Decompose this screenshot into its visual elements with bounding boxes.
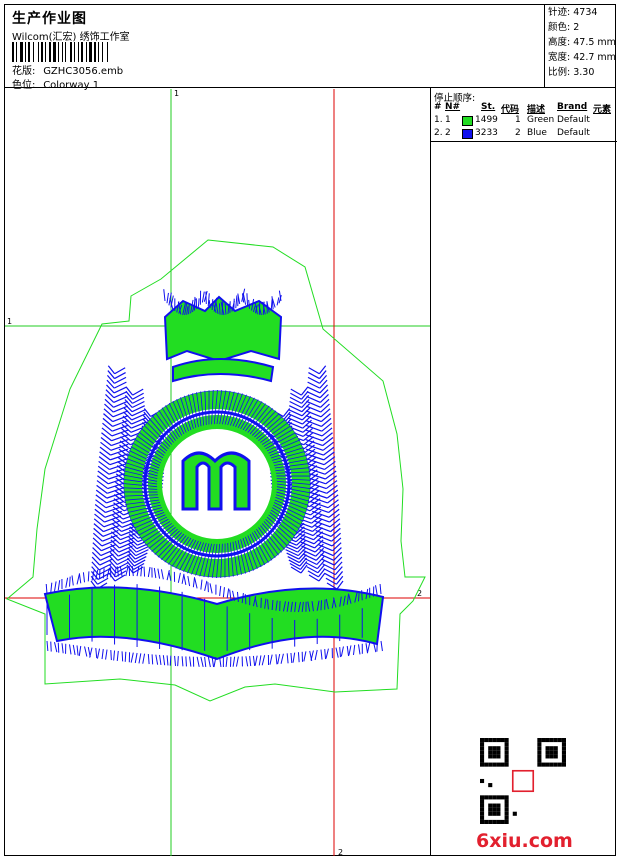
col-desc: 描述 xyxy=(527,102,545,115)
guide-label-h2: 2 xyxy=(417,589,422,598)
center-letter-m xyxy=(183,453,249,509)
design-file-row: 花版: GZHC3056.emb xyxy=(12,62,123,77)
scale-label: 比例: xyxy=(548,67,570,78)
scale-stat: 比例: 3.30 xyxy=(548,65,616,80)
guide-label-v2: 2 xyxy=(338,848,343,856)
colors-stat: 颜色: 2 xyxy=(548,20,616,35)
col-hash: # xyxy=(434,102,442,112)
barcode xyxy=(12,42,156,62)
stop-row-desc: Blue xyxy=(527,128,547,138)
col-element: 元素 xyxy=(593,102,611,115)
embroidery-design-canvas: 1 1 2 2 xyxy=(5,89,430,856)
stop-row: 2. 2 3233 2 Blue Default xyxy=(431,128,617,140)
col-code: 代码 xyxy=(501,102,519,115)
height-label: 高度: xyxy=(548,37,570,48)
scale-value: 3.30 xyxy=(573,67,594,78)
guide-label-v1: 1 xyxy=(174,89,179,98)
stop-row: 1. 1 1499 1 Green Default xyxy=(431,115,617,127)
sheet-title: 生产作业图 xyxy=(12,8,87,28)
stop-row-code: 2 xyxy=(515,128,521,138)
watermark-site: 6xiu.com xyxy=(476,830,573,852)
width-label: 宽度: xyxy=(548,52,570,63)
col-brand: Brand xyxy=(557,102,587,112)
qr-code xyxy=(480,738,566,824)
width-value: 42.7 mm xyxy=(573,52,616,63)
width-stat: 宽度: 42.7 mm xyxy=(548,50,616,65)
design-file-label: 花版: xyxy=(12,62,40,77)
height-value: 47.5 mm xyxy=(573,37,616,48)
stop-row-num: 2. xyxy=(434,128,443,138)
col-n: N# xyxy=(445,102,460,112)
stitches-stat: 针迹: 4734 xyxy=(548,5,616,20)
stitches-label: 针迹: xyxy=(548,7,570,18)
stitches-value: 4734 xyxy=(573,7,597,18)
colors-value: 2 xyxy=(573,22,579,33)
color-swatch xyxy=(462,129,473,139)
sheet-header: 生产作业图 Wilcom(汇宏) 绣饰工作室 花版: GZHC3056.emb … xyxy=(4,4,616,88)
stop-sequence-divider xyxy=(431,141,617,142)
stop-row-code: 1 xyxy=(515,115,521,125)
stats-panel: 针迹: 4734 颜色: 2 高度: 47.5 mm 宽度: 42.7 mm 比… xyxy=(544,4,616,88)
stop-row-num: 1. xyxy=(434,115,443,125)
company-name: Wilcom(汇宏) 绣饰工作室 xyxy=(12,28,130,43)
col-st: St. xyxy=(481,102,495,112)
stop-row-n: 1 xyxy=(445,115,451,125)
guide-label-h1: 1 xyxy=(7,317,12,326)
stop-row-desc: Green xyxy=(527,115,554,125)
crown-emblem xyxy=(164,289,282,381)
stop-row-st: 1499 xyxy=(475,115,498,125)
stop-row-n: 2 xyxy=(445,128,451,138)
color-swatch xyxy=(462,116,473,126)
stop-row-brand: Default xyxy=(557,115,590,125)
stop-row-st: 3233 xyxy=(475,128,498,138)
height-stat: 高度: 47.5 mm xyxy=(548,35,616,50)
colors-label: 颜色: xyxy=(548,22,570,33)
stop-row-brand: Default xyxy=(557,128,590,138)
stop-sequence-header: # N# St. 代码 描述 Brand 元素 xyxy=(431,102,617,114)
